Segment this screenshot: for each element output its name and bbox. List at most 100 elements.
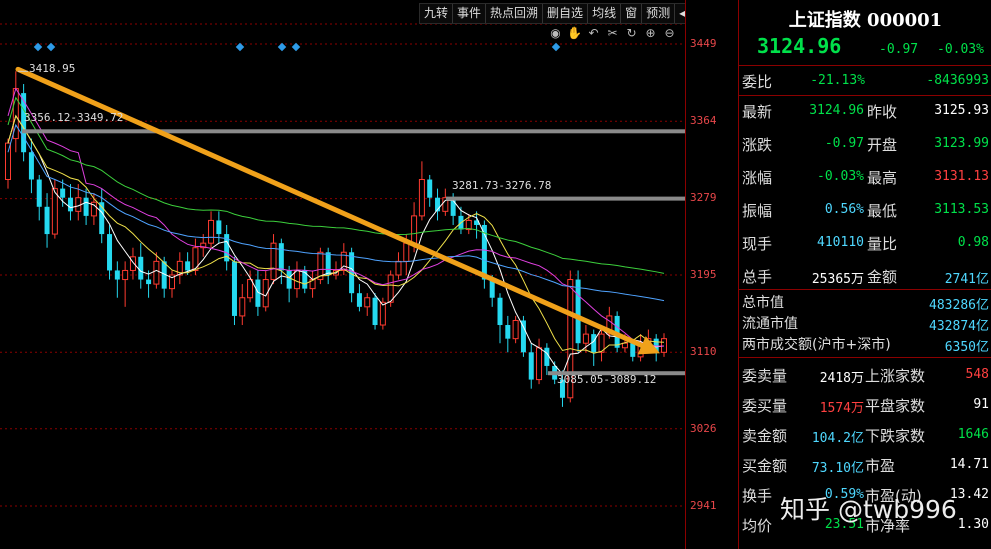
- candle-body: [83, 197, 89, 216]
- stat-value: 3131.13: [934, 169, 989, 184]
- y-tick: 3195: [690, 268, 717, 281]
- trade-value: 73.10亿: [811, 461, 864, 476]
- stat-label: 现手: [742, 235, 773, 253]
- candle-body: [621, 342, 628, 349]
- toolbar-ma-button[interactable]: 均线: [588, 4, 622, 23]
- mcap-label: 流通市值: [742, 316, 798, 332]
- weibi-value: -8436993: [926, 73, 989, 88]
- candle-body: [122, 269, 129, 281]
- candle-body: [395, 260, 402, 276]
- candle-body: [575, 279, 581, 344]
- quote-panel: 上证指数 000001 3124.96 -0.97 -0.03% 委比 -21.…: [738, 0, 991, 549]
- candle-body: [512, 319, 519, 340]
- divider: [739, 289, 991, 290]
- toolbar-jiuzhuan-button[interactable]: 九转: [420, 4, 454, 23]
- trade-label: 均价: [742, 517, 773, 535]
- scissors-icon[interactable]: ✂: [605, 26, 620, 40]
- candle-body: [44, 206, 50, 235]
- candle-body: [505, 325, 511, 339]
- candle-body: [67, 197, 73, 212]
- candle-body: [536, 347, 543, 381]
- candle-body: [51, 188, 58, 235]
- stat-label: 最高: [867, 169, 898, 187]
- candle-body: [630, 343, 636, 357]
- event-diamond-icon: [235, 42, 245, 52]
- toolbar-window-button[interactable]: 窗: [621, 4, 643, 23]
- stat-value: 3124.96: [809, 103, 864, 118]
- candle-body: [418, 179, 425, 217]
- candle-body: [302, 270, 308, 289]
- stat-value: 3113.53: [934, 202, 989, 217]
- toolbar-event-button[interactable]: 事件: [453, 4, 487, 23]
- toolbar-hot-review-button[interactable]: 热点回溯: [486, 4, 544, 23]
- support-resistance-level: [22, 129, 685, 134]
- stat-label: 量比: [867, 235, 898, 253]
- event-diamond-icon: [291, 42, 301, 52]
- index-title: 上证指数 000001: [788, 10, 943, 31]
- stat-label: 金额: [867, 268, 898, 286]
- mcap-value: 432874亿: [929, 319, 989, 334]
- trade-label: 卖金额: [742, 427, 788, 445]
- candle-body: [497, 297, 503, 326]
- candle-body: [208, 219, 215, 244]
- stat-value: 0.98: [957, 235, 989, 250]
- zoom-out-icon[interactable]: ⊖: [662, 26, 677, 40]
- candle-body: [239, 297, 246, 317]
- trade-value: 14.71: [949, 457, 989, 472]
- event-diamond-icon: [46, 42, 56, 52]
- refresh-icon[interactable]: ↻: [624, 26, 639, 40]
- toolbar-forecast-button[interactable]: 预测: [642, 4, 676, 23]
- ma5-line: [7, 114, 665, 376]
- trade-label: 委买量: [742, 397, 788, 415]
- eye-icon[interactable]: ◉: [548, 26, 563, 40]
- stat-value: 3125.93: [934, 103, 989, 118]
- ma10-line: [7, 114, 665, 354]
- candle-body: [661, 338, 667, 353]
- trade-value: 91: [973, 397, 989, 412]
- mcap-label: 两市成交额(沪市+深市): [742, 337, 891, 353]
- trade-label: 换手: [742, 487, 773, 505]
- stat-value: 25365万: [811, 272, 864, 287]
- chart-controls: ◉ ✋ ↶ ✂ ↻ ⊕ ⊖: [548, 26, 677, 40]
- stat-label: 开盘: [867, 136, 898, 154]
- candle-body: [153, 260, 160, 285]
- chart-toolbar: 九转 事件 热点回溯 删自选 均线 窗 预测 ◀: [419, 3, 695, 24]
- kline-chart[interactable]: 3418.95 3356.12-3349.72 3281.73-3276.78 308…: [0, 0, 695, 549]
- candle-body: [582, 333, 589, 344]
- candle-body: [114, 270, 120, 280]
- mcap-value: 6350亿: [944, 340, 989, 355]
- stat-label: 最新: [742, 103, 773, 121]
- support-label: 3085.05-3089.12: [557, 373, 656, 386]
- y-tick: 2941: [690, 499, 717, 512]
- trade-value: 2418万: [819, 371, 864, 386]
- divider: [739, 357, 991, 358]
- price-change: -0.97: [879, 42, 919, 57]
- candle-body: [146, 279, 152, 285]
- candle-body: [185, 261, 191, 271]
- candle-body: [138, 256, 144, 280]
- candle-body: [286, 270, 292, 289]
- stat-value: 410110: [817, 235, 864, 250]
- hand-icon[interactable]: ✋: [567, 26, 582, 40]
- candle-body: [544, 347, 550, 366]
- trade-value: 104.2亿: [811, 431, 864, 446]
- y-tick: 3026: [690, 422, 717, 435]
- event-diamond-icon: [551, 42, 561, 52]
- undo-icon[interactable]: ↶: [586, 26, 601, 40]
- resistance-label: 3356.12-3349.72: [24, 111, 123, 124]
- stat-label: 振幅: [742, 202, 773, 220]
- candle-body: [364, 297, 371, 308]
- trade-value: 548: [965, 367, 989, 382]
- resistance-label: 3281.73-3276.78: [452, 179, 551, 192]
- kline-svg[interactable]: 3418.95 3356.12-3349.72 3281.73-3276.78 308…: [0, 0, 685, 549]
- trade-value: 1646: [957, 427, 989, 442]
- candle-body: [528, 352, 534, 380]
- candle-body: [403, 242, 410, 262]
- candle-body: [356, 293, 362, 307]
- toolbar-remove-watchlist-button[interactable]: 删自选: [543, 4, 589, 23]
- watermark: 知乎 @twb996: [780, 495, 957, 524]
- price-axis: 3449 3364 3279 3195 3110 3026 2941: [685, 0, 739, 549]
- stat-label: 总手: [742, 268, 773, 286]
- y-tick: 3449: [690, 37, 717, 50]
- zoom-in-icon[interactable]: ⊕: [643, 26, 658, 40]
